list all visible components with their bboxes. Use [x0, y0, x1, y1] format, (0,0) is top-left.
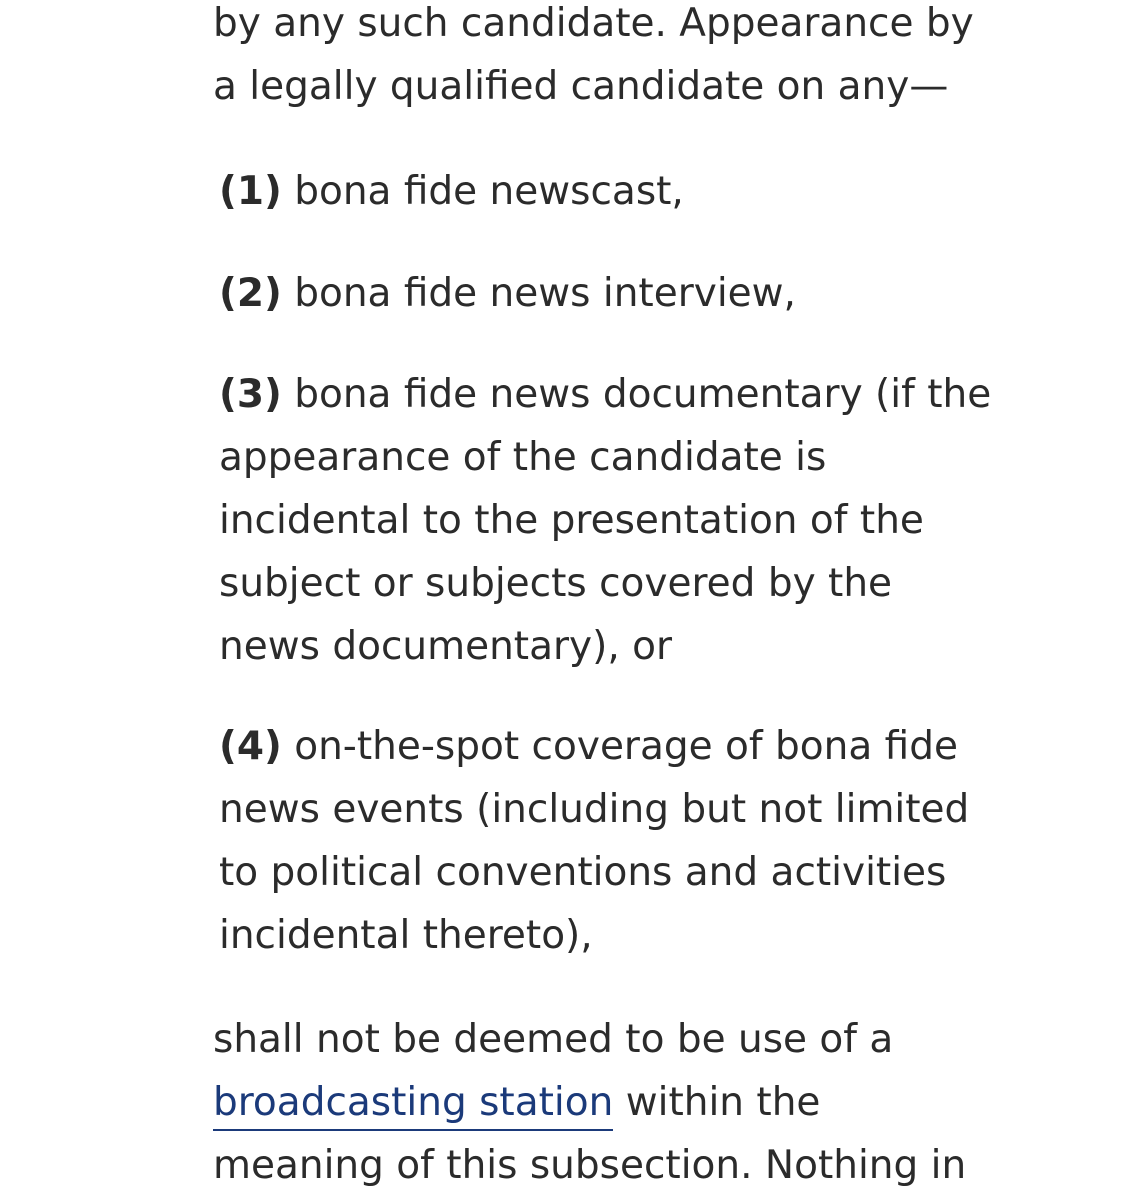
closing-line: shall not be deemed to be use of a: [213, 1017, 894, 1062]
broadcasting-station-link[interactable]: broadcasting station: [213, 1080, 614, 1131]
list-item-3: (3) bona fide news documentary (if the a…: [219, 363, 991, 678]
closing-paragraph: shall not be deemed to be use of a broad…: [213, 1008, 966, 1197]
list-item-line: news events (including but not limited: [219, 787, 970, 832]
item-number: (1): [219, 169, 282, 214]
list-item-line: (1) bona fide newscast,: [219, 160, 684, 223]
list-item-line: incidental to the presentation of the: [219, 498, 924, 543]
list-item-line: appearance of the candidate is: [219, 435, 827, 480]
statute-text-view: by any such candidate. Appearance by a l…: [0, 0, 1121, 1200]
list-item-line: to political conventions and activities: [219, 850, 947, 895]
list-item-line: subject or subjects covered by the: [219, 561, 893, 606]
item-text: bona fide newscast,: [294, 169, 684, 214]
intro-paragraph: by any such candidate. Appearance by a l…: [213, 0, 974, 118]
intro-line: a legally qualified candidate on any—: [213, 64, 949, 109]
list-item-2: (2) bona fide news interview,: [219, 262, 796, 325]
item-number: (4): [219, 724, 282, 769]
list-item-line: news documentary), or: [219, 624, 673, 669]
list-item-line: (3) bona fide news documentary (if the: [219, 363, 991, 426]
item-number: (3): [219, 372, 282, 417]
list-item-line: (4) on-the-spot coverage of bona fide: [219, 715, 969, 778]
closing-line: meaning of this subsection. Nothing in: [213, 1143, 967, 1188]
list-item-line: incidental thereto),: [219, 913, 593, 958]
item-text: bona fide news documentary (if the: [294, 372, 992, 417]
list-item-line: (2) bona fide news interview,: [219, 262, 796, 325]
item-text: bona fide news interview,: [294, 271, 796, 316]
item-text: on-the-spot coverage of bona fide: [294, 724, 958, 769]
closing-line: broadcasting station within the: [213, 1071, 966, 1134]
intro-line: by any such candidate. Appearance by: [213, 1, 974, 46]
item-number: (2): [219, 271, 282, 316]
list-item-1: (1) bona fide newscast,: [219, 160, 684, 223]
list-item-4: (4) on-the-spot coverage of bona fide ne…: [219, 715, 969, 967]
closing-line-rest: within the: [625, 1080, 821, 1125]
